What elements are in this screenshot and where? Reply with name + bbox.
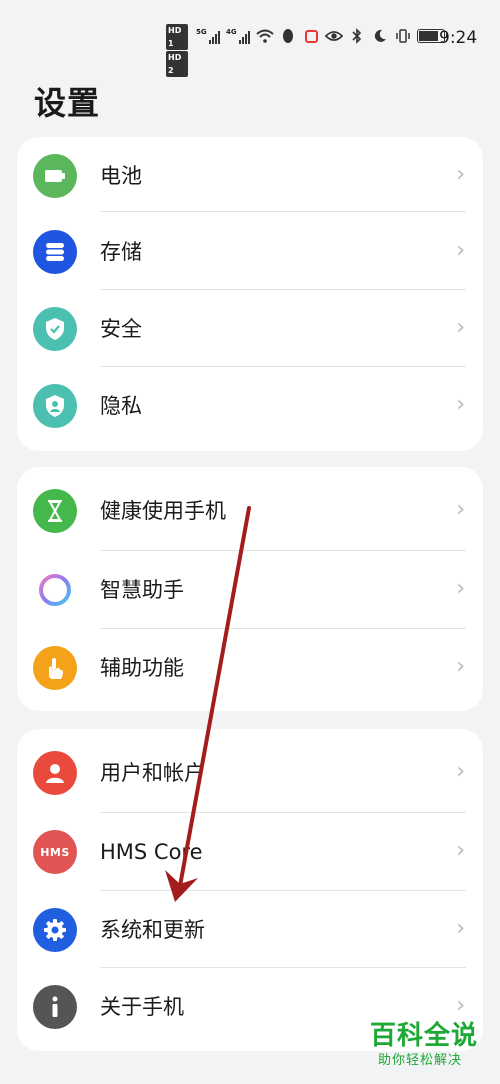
setting-label: 系统和更新 xyxy=(100,918,205,942)
chevron-right-icon: › xyxy=(456,392,465,417)
hd1-badge: HD 1 xyxy=(166,24,188,50)
storage-icon xyxy=(33,230,77,274)
divider xyxy=(100,211,466,212)
network-2-label: 4G xyxy=(226,28,237,36)
hd-badges: HD 1 HD 2 xyxy=(166,24,190,78)
setting-storage[interactable]: 存储 › xyxy=(17,213,483,291)
vibrate-icon xyxy=(394,27,412,45)
hand-pointer-icon xyxy=(33,646,77,690)
chevron-right-icon: › xyxy=(456,993,465,1018)
settings-group-3: 用户和帐户 › HMS HMS Core › 系统和更新 › 关于手机 › xyxy=(17,729,483,1051)
chevron-right-icon: › xyxy=(456,838,465,863)
watermark: 百科全说 助你轻松解决 xyxy=(370,1020,490,1078)
info-icon xyxy=(33,985,77,1029)
battery-icon xyxy=(33,154,77,198)
setting-label: 电池 xyxy=(100,164,142,188)
wifi-icon xyxy=(256,27,274,45)
assistant-ring-icon xyxy=(33,568,77,612)
hms-icon: HMS xyxy=(33,830,77,874)
user-icon xyxy=(33,751,77,795)
setting-hms-core[interactable]: HMS HMS Core › xyxy=(17,813,483,891)
chevron-right-icon: › xyxy=(456,759,465,784)
setting-label: 智慧助手 xyxy=(100,578,184,602)
setting-label: HMS Core xyxy=(100,840,203,864)
setting-label: 关于手机 xyxy=(100,995,184,1019)
setting-security[interactable]: 安全 › xyxy=(17,290,483,368)
privacy-icon xyxy=(33,384,77,428)
setting-label: 用户和帐户 xyxy=(100,761,205,785)
network-1-label: 5G xyxy=(196,28,207,36)
chevron-right-icon: › xyxy=(456,916,465,941)
setting-users-accounts[interactable]: 用户和帐户 › xyxy=(17,734,483,812)
setting-label: 安全 xyxy=(100,317,142,341)
chevron-right-icon: › xyxy=(456,576,465,601)
setting-digital-balance[interactable]: 健康使用手机 › xyxy=(17,472,483,550)
gear-icon xyxy=(33,908,77,952)
settings-group-1: 电池 › 存储 › 安全 › 隐私 › xyxy=(17,137,483,451)
signal-1-icon: 5G xyxy=(196,28,220,44)
setting-smart-assistant[interactable]: 智慧助手 › xyxy=(17,551,483,629)
page-title: 设置 xyxy=(34,84,101,122)
setting-label: 辅助功能 xyxy=(100,656,184,680)
shield-icon xyxy=(33,307,77,351)
settings-group-2: 健康使用手机 › 智慧助手 › 辅助功能 › xyxy=(17,467,483,711)
signal-2-icon: 4G xyxy=(226,28,250,44)
moon-icon xyxy=(371,27,389,45)
clock: 9:24 xyxy=(439,28,478,48)
status-icons xyxy=(256,27,448,45)
hd2-badge: HD 2 xyxy=(166,51,188,77)
watermark-title: 百科全说 xyxy=(370,1021,479,1051)
status-bar: HD 1 HD 2 5G 4G 9:24 xyxy=(0,22,500,77)
setting-label: 健康使用手机 xyxy=(100,499,226,523)
red-square-notification-icon xyxy=(302,27,320,45)
hms-icon-text: HMS xyxy=(40,845,70,859)
chevron-right-icon: › xyxy=(456,238,465,263)
setting-privacy[interactable]: 隐私 › xyxy=(17,367,483,445)
setting-label: 隐私 xyxy=(100,394,142,418)
setting-accessibility[interactable]: 辅助功能 › xyxy=(17,629,483,707)
setting-label: 存储 xyxy=(100,240,142,264)
hourglass-icon xyxy=(33,489,77,533)
setting-system-update[interactable]: 系统和更新 › xyxy=(17,891,483,969)
qq-penguin-icon xyxy=(279,27,297,45)
chevron-right-icon: › xyxy=(456,654,465,679)
chevron-right-icon: › xyxy=(456,497,465,522)
setting-battery[interactable]: 电池 › xyxy=(17,137,483,215)
watermark-subtitle: 助你轻松解决 xyxy=(378,1053,463,1068)
bluetooth-icon xyxy=(348,27,366,45)
chevron-right-icon: › xyxy=(456,162,465,187)
eye-icon xyxy=(325,27,343,45)
chevron-right-icon: › xyxy=(456,315,465,340)
